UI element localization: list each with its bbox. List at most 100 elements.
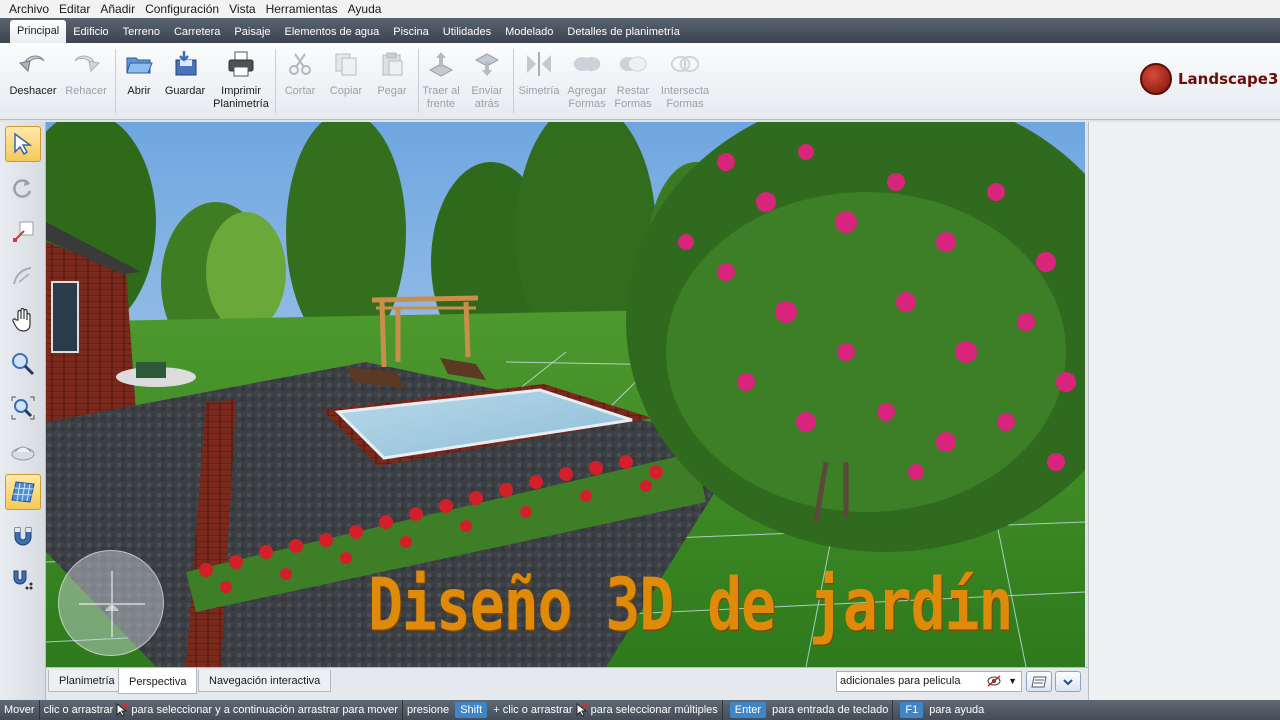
add-shapes-button[interactable]: Agregar Formas [562,49,612,117]
cut-button[interactable]: Cortar [275,49,325,117]
menu-editar[interactable]: Editar [54,0,95,18]
intersect-shapes-label: Intersecta Formas [660,85,710,110]
status-hint-multi: presione Shift + clic o arrastrar para s… [403,700,723,720]
send-to-back-label: Enviar atrás [471,85,503,110]
status-text: presione [406,704,450,716]
orbit-tool[interactable] [5,434,41,470]
tab-elementos-de-agua[interactable]: Elementos de agua [278,21,387,43]
menu-archivo[interactable]: Archivo [4,0,54,18]
copy-label: Copiar [329,85,363,97]
tab-piscina[interactable]: Piscina [386,21,435,43]
status-hint-help: F1 para ayuda [893,700,988,720]
hidden-eye-icon [987,675,1001,687]
snap-points-tool[interactable] [5,562,41,598]
arc-tool[interactable] [5,258,41,294]
tab-carretera[interactable]: Carretera [167,21,227,43]
bring-to-front-label: Traer al frente [422,85,460,110]
arc-icon [13,267,32,285]
status-text: clic o arrastrar [43,704,114,716]
hand-icon [12,307,31,332]
undo-label: Deshacer [9,85,57,97]
tab-perspectiva[interactable]: Perspectiva [118,668,198,694]
add-shapes-label: Agregar Formas [567,85,607,110]
tab-terreno[interactable]: Terreno [116,21,167,43]
tab-modelado[interactable]: Modelado [498,21,560,43]
grid-icon [11,481,35,503]
left-toolbar [0,122,46,700]
intersect-shapes-button[interactable]: Intersecta Formas [658,49,712,117]
status-text: clic o arrastrar [502,704,573,716]
paste-icon [377,49,407,79]
select-tool[interactable] [5,126,41,162]
snap-tool[interactable] [5,518,41,554]
send-to-back-button[interactable]: Enviar atrás [462,49,512,117]
save-icon [170,49,200,79]
expand-button[interactable] [1055,671,1081,692]
menu-anadir[interactable]: Añadir [95,0,140,18]
zoom-extents-icon [11,396,35,420]
mirror-icon [524,49,554,79]
view-tabs-bar: Planimetría Perspectiva Navegación inter… [46,667,1088,700]
3d-viewport[interactable]: Diseño 3D de jardín [46,122,1085,667]
plus-sign: + [493,704,500,716]
copy-icon [331,49,361,79]
scissors-icon [285,49,315,79]
save-button[interactable]: Guardar [160,49,210,117]
key-badge-enter: Enter [729,702,767,718]
status-hint-keyboard: Enter para entrada de teclado [723,700,894,720]
tab-principal[interactable]: Principal [10,20,67,43]
status-mode: Mover [0,700,40,720]
menu-bar: Archivo Editar Añadir Configuración Vist… [0,0,1280,18]
copy-button[interactable]: Copiar [321,49,371,117]
symmetry-label: Simetría [518,85,560,97]
tab-paisaje[interactable]: Paisaje [227,21,277,43]
view-select-value: adicionales para pelicula [840,675,961,687]
magnet-icon [14,527,32,546]
redo-button[interactable]: Rehacer [61,49,111,117]
rotate-tool[interactable] [5,170,41,206]
print-floorplan-button[interactable]: Imprimir Planimetría [211,49,271,117]
mouse-cursor-icon [116,703,128,717]
save-label: Guardar [164,85,206,97]
tab-detalles-de-planimetria[interactable]: Detalles de planimetría [560,21,687,43]
cut-label: Cortar [284,85,316,97]
grid-tool[interactable] [5,474,41,510]
menu-configuracion[interactable]: Configuración [140,0,224,18]
send-to-back-icon [472,49,502,79]
menu-herramientas[interactable]: Herramientas [261,0,343,18]
intersect-shapes-icon [670,49,700,79]
status-text: para ayuda [929,704,985,716]
redo-icon [71,49,101,79]
open-button[interactable]: Abrir [114,49,164,117]
layers-button[interactable] [1026,671,1052,692]
chevron-down-icon: ▼ [1008,676,1017,686]
overlay-title: Diseño 3D de jardín [368,562,1013,647]
view-options-select[interactable]: adicionales para pelicula ▼ [836,671,1022,692]
subtract-shapes-button[interactable]: Restar Formas [608,49,658,117]
print-label: Imprimir Planimetría [213,85,269,110]
tab-planimetria[interactable]: Planimetría [48,670,126,692]
orbit-icon [11,446,35,461]
undo-button[interactable]: Deshacer [8,49,58,117]
status-bar: Mover clic o arrastrar para seleccionar … [0,700,1280,720]
tab-edificio[interactable]: Edificio [66,21,115,43]
status-text: para entrada de teclado [772,704,889,716]
zoom-extents-tool[interactable] [5,390,41,426]
zoom-tool[interactable] [5,346,41,382]
resize-tool[interactable] [5,214,41,250]
bring-to-front-button[interactable]: Traer al frente [416,49,466,117]
mouse-cursor-icon [576,703,588,717]
symmetry-button[interactable]: Simetría [514,49,564,117]
tab-navegacion-interactiva[interactable]: Navegación interactiva [198,670,332,692]
pan-tool[interactable] [5,302,41,338]
logo-seal-icon [1140,63,1172,95]
menu-vista[interactable]: Vista [224,0,260,18]
tab-utilidades[interactable]: Utilidades [436,21,498,43]
folder-open-icon [124,49,154,79]
menu-ayuda[interactable]: Ayuda [343,0,387,18]
magnifier-icon [12,353,35,376]
paste-button[interactable]: Pegar [367,49,417,117]
status-hint-select: clic o arrastrar para seleccionar y a co… [40,700,403,720]
union-shapes-icon [572,49,602,79]
navigation-wheel[interactable] [58,550,164,656]
